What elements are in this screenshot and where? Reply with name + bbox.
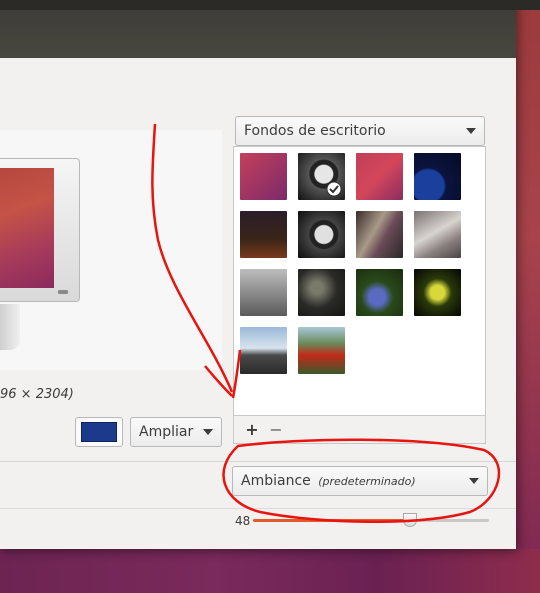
annotation-arrow-line <box>151 123 234 393</box>
annotation-overlay <box>151 123 501 524</box>
annotation-arrow-head-right <box>231 349 242 399</box>
annotation-circle <box>222 438 501 524</box>
